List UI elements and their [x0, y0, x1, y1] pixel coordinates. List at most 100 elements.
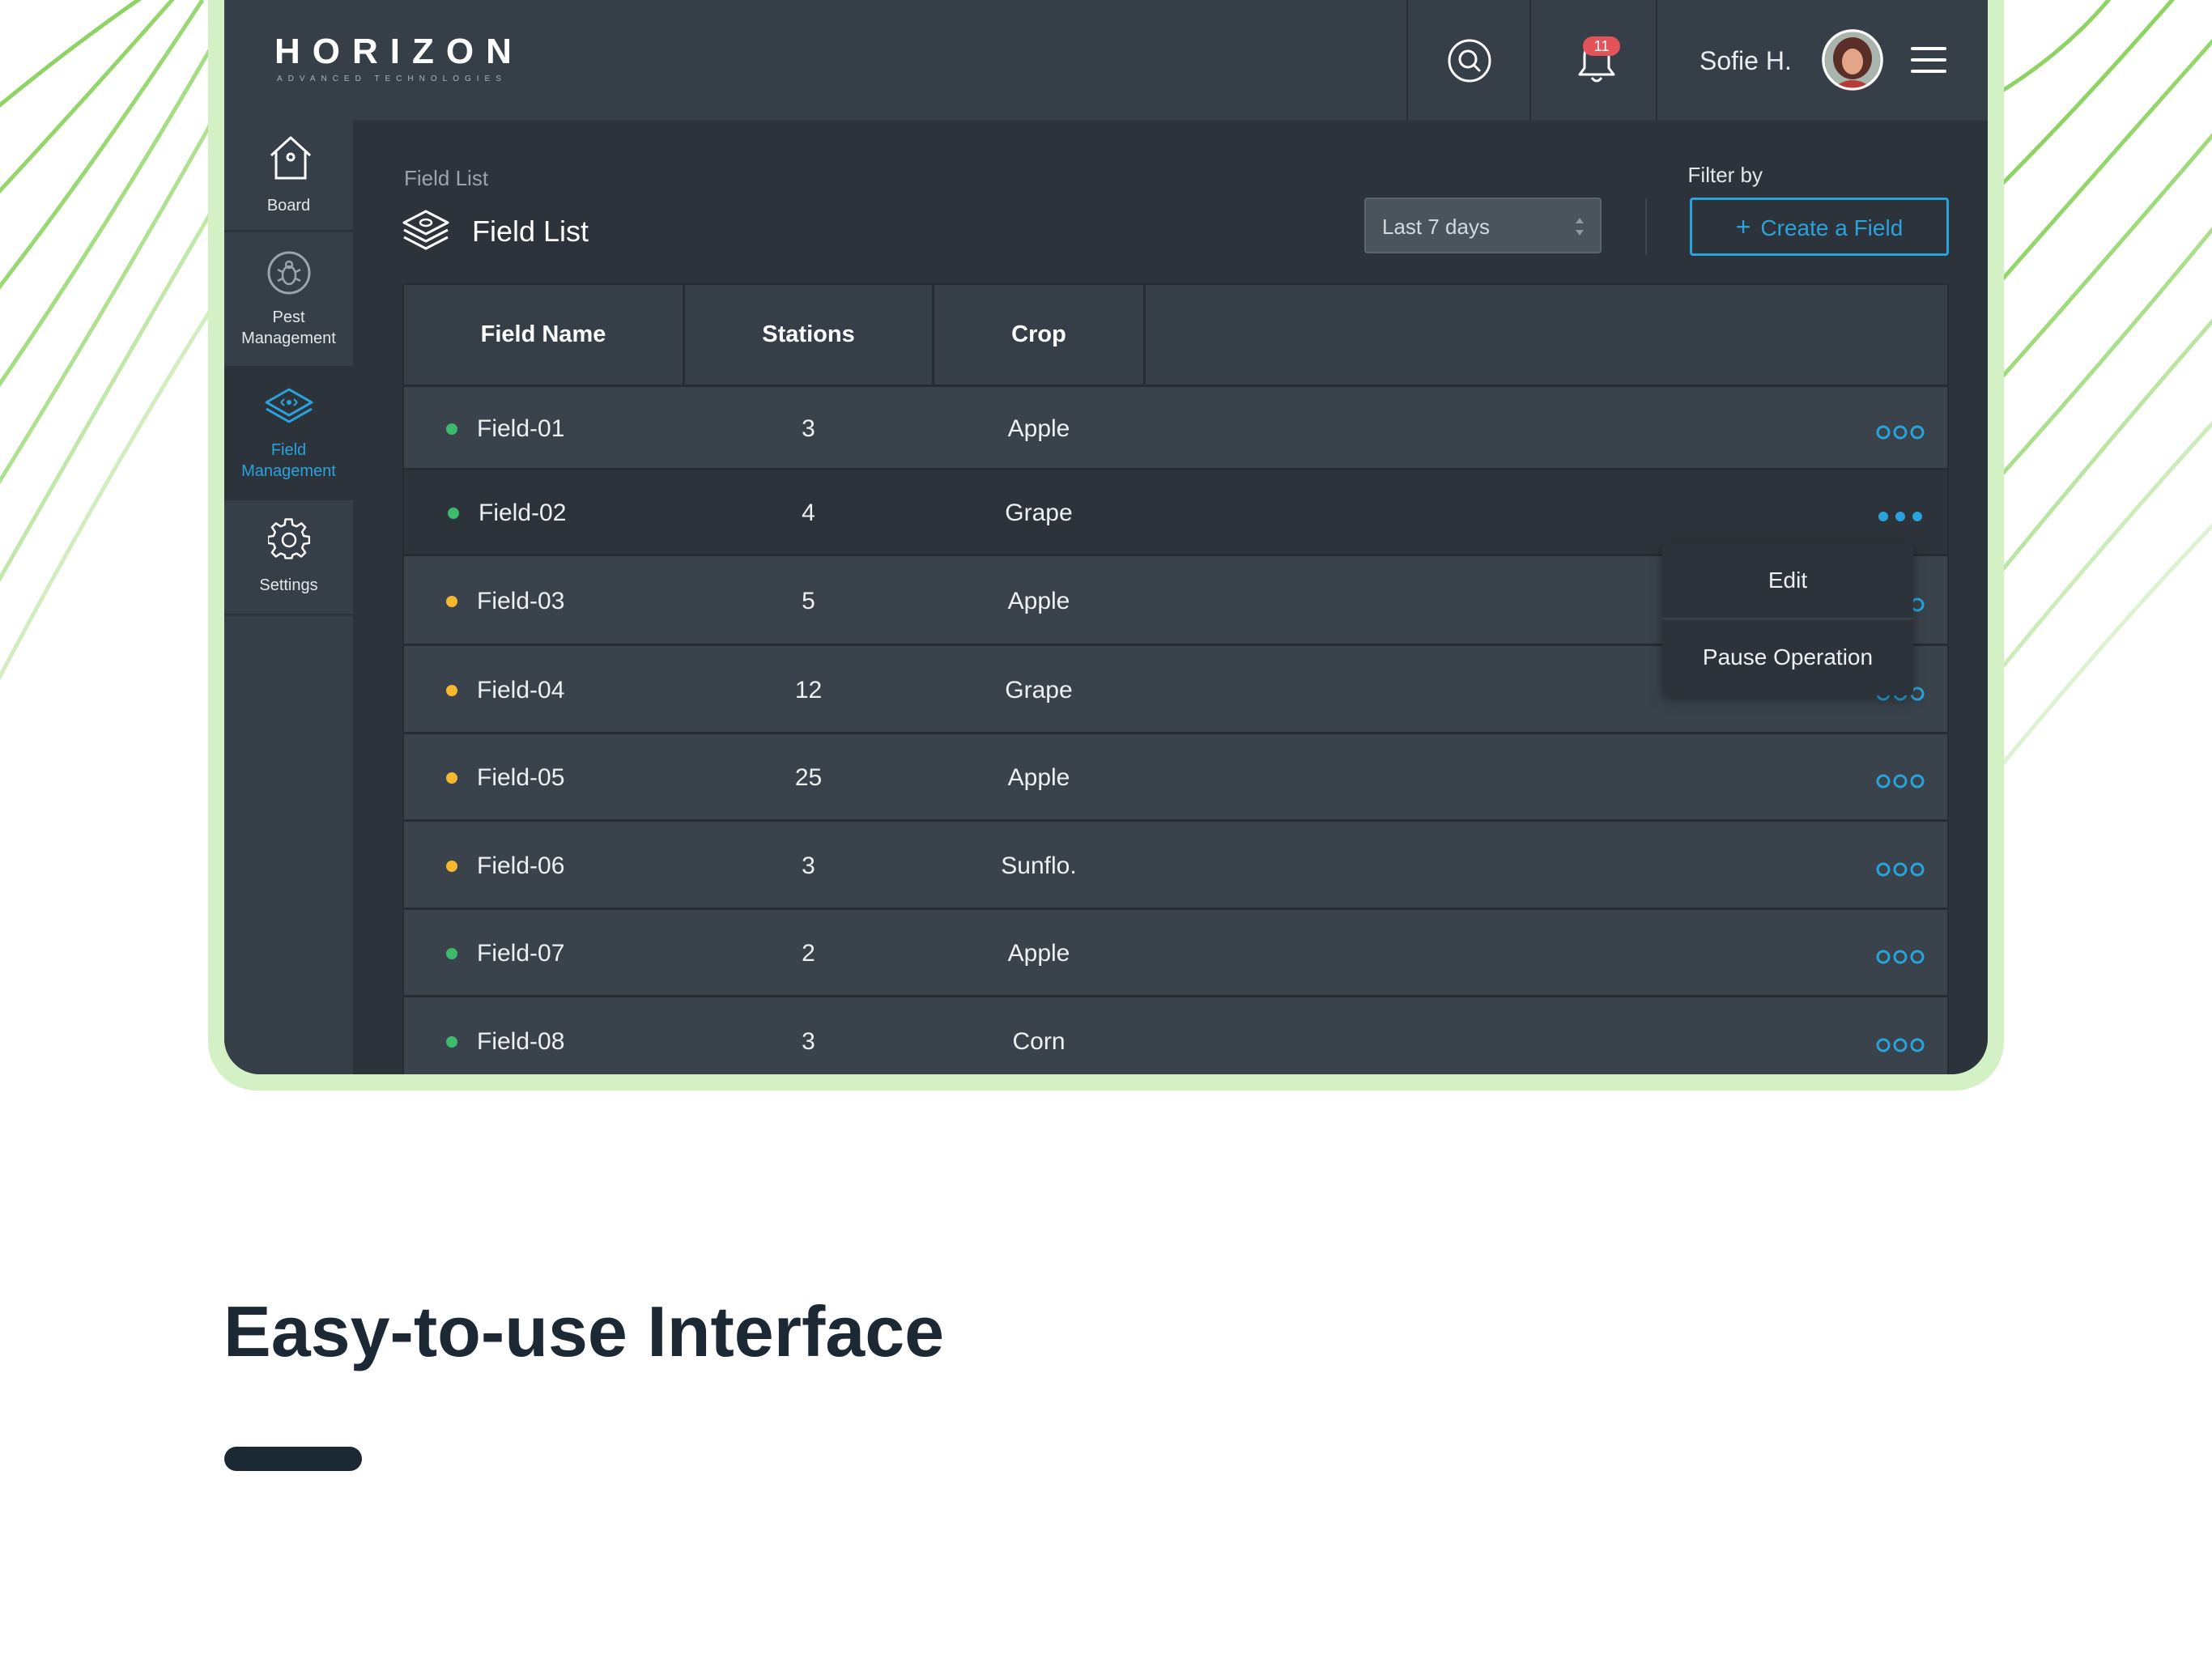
status-dot — [446, 684, 457, 696]
sidebar-item-field-management[interactable]: Field Management — [224, 368, 353, 498]
table-row[interactable]: Field-05 25 Apple — [404, 734, 1947, 822]
sidebar-item-pest-management[interactable]: Pest Management — [224, 232, 353, 366]
crop-cell: Grape — [1005, 677, 1073, 704]
stations-cell: 3 — [802, 1028, 815, 1055]
brand-tagline: ADVANCED TECHNOLOGIES — [277, 74, 507, 83]
breadcrumb[interactable]: Field List — [404, 165, 488, 191]
crop-cell: Apple — [1007, 415, 1070, 442]
row-more-button[interactable] — [1876, 949, 1925, 965]
gear-icon — [268, 518, 310, 559]
marketing-headline: Easy-to-use Interface — [223, 1291, 945, 1371]
stations-cell: 2 — [802, 940, 815, 967]
status-dot — [446, 860, 457, 872]
stations-cell: 4 — [802, 500, 815, 526]
date-filter-select[interactable]: Last 7 days — [1364, 198, 1602, 253]
stations-cell: 25 — [794, 764, 823, 791]
crop-cell: Apple — [1007, 764, 1070, 791]
stations-cell: 3 — [802, 415, 815, 442]
more-dots-icon — [1876, 862, 1925, 876]
plus-icon: + — [1735, 212, 1751, 241]
status-dot — [446, 595, 457, 607]
more-dots-icon — [1876, 1038, 1925, 1052]
table-row[interactable]: Field-08 3 Corn — [404, 997, 1947, 1074]
table-row[interactable]: Field-01 3 Apple — [404, 387, 1947, 470]
sidebar-item-board[interactable]: Board — [224, 121, 353, 230]
crop-cell: Sunflo. — [1001, 852, 1077, 879]
row-more-button[interactable] — [1876, 773, 1925, 789]
column-header-field-name[interactable]: Field Name — [404, 285, 683, 385]
sidebar-item-settings[interactable]: Settings — [224, 500, 353, 614]
column-divider — [1143, 285, 1146, 385]
filter-label: Filter by — [1687, 163, 1763, 187]
crop-cell: Corn — [1012, 1028, 1066, 1055]
select-arrows-icon — [1576, 218, 1584, 236]
more-dots-icon — [1878, 512, 1922, 521]
hamburger-icon — [1911, 47, 1946, 73]
crop-cell: Apple — [1007, 940, 1070, 967]
crop-cell: Apple — [1007, 588, 1070, 614]
page-title: Field List — [472, 215, 589, 248]
field-list-icon — [402, 210, 449, 250]
house-icon — [270, 136, 312, 180]
headline-underline — [224, 1447, 362, 1471]
more-dots-icon — [1876, 950, 1925, 964]
user-avatar-image — [1822, 29, 1883, 91]
stations-cell: 12 — [794, 677, 823, 704]
stations-cell: 5 — [802, 588, 815, 614]
bug-icon — [267, 251, 311, 295]
brand-name: HORIZON — [274, 32, 524, 71]
menu-item-pause-operation[interactable]: Pause Operation — [1662, 620, 1913, 695]
status-dot — [446, 423, 457, 435]
field-name-cell: Field-06 — [477, 852, 565, 879]
header-divider — [1406, 0, 1408, 121]
status-dot — [448, 508, 459, 519]
stations-cell: 3 — [802, 852, 815, 879]
sidebar-divider — [224, 614, 353, 616]
row-more-button[interactable] — [1876, 508, 1925, 525]
create-field-label: Create a Field — [1760, 215, 1904, 240]
field-name-cell: Field-08 — [477, 1028, 565, 1055]
status-dot — [446, 1036, 457, 1048]
table-row[interactable]: Field-06 3 Sunflo. — [404, 822, 1947, 910]
search-button[interactable] — [1444, 35, 1495, 87]
more-dots-icon — [1876, 774, 1925, 789]
column-header-stations[interactable]: Stations — [685, 285, 932, 385]
status-dot — [446, 772, 457, 784]
column-header-crop[interactable]: Crop — [934, 285, 1143, 385]
table-row[interactable]: Field-07 2 Apple — [404, 910, 1947, 997]
tablet-screen: HORIZON ADVANCED TECHNOLOGIES 11 Sofie H… — [224, 0, 1988, 1074]
table-header: Field Name Stations Crop — [404, 285, 1947, 387]
sidebar-item-label: Board — [266, 197, 311, 215]
sidebar-item-label: Pest Management — [241, 308, 336, 347]
header-divider — [1645, 198, 1647, 255]
field-name-cell: Field-02 — [479, 500, 567, 526]
sidebar: Board Pest Management Field Management S… — [224, 121, 353, 1074]
top-bar: HORIZON ADVANCED TECHNOLOGIES 11 Sofie H… — [224, 0, 1988, 121]
row-more-button[interactable] — [1876, 1037, 1925, 1053]
more-dots-icon — [1876, 425, 1925, 439]
row-actions-menu: Edit Pause Operation — [1662, 543, 1913, 695]
user-name[interactable]: Sofie H. — [1699, 45, 1792, 76]
crop-cell: Grape — [1005, 500, 1073, 526]
sidebar-item-label: Field Management — [241, 441, 336, 480]
menu-item-edit[interactable]: Edit — [1662, 543, 1913, 618]
avatar[interactable] — [1822, 29, 1883, 91]
filter-value: Last 7 days — [1382, 215, 1490, 239]
row-more-button[interactable] — [1876, 861, 1925, 878]
sidebar-item-label: Settings — [259, 576, 318, 594]
header-divider — [1656, 0, 1657, 121]
field-name-cell: Field-04 — [477, 677, 565, 704]
status-dot — [446, 948, 457, 959]
hamburger-menu-button[interactable] — [1910, 45, 1947, 74]
create-field-button[interactable]: + Create a Field — [1690, 198, 1949, 256]
search-icon — [1448, 39, 1491, 83]
field-layers-icon — [265, 388, 313, 423]
field-name-cell: Field-03 — [477, 588, 565, 614]
header-divider — [1529, 0, 1531, 121]
field-name-cell: Field-05 — [477, 764, 565, 791]
row-more-button[interactable] — [1876, 424, 1925, 440]
brand-logo[interactable]: HORIZON ADVANCED TECHNOLOGIES — [274, 32, 524, 84]
field-name-cell: Field-01 — [477, 415, 565, 442]
field-name-cell: Field-07 — [477, 940, 565, 967]
notification-badge: 11 — [1583, 36, 1620, 56]
